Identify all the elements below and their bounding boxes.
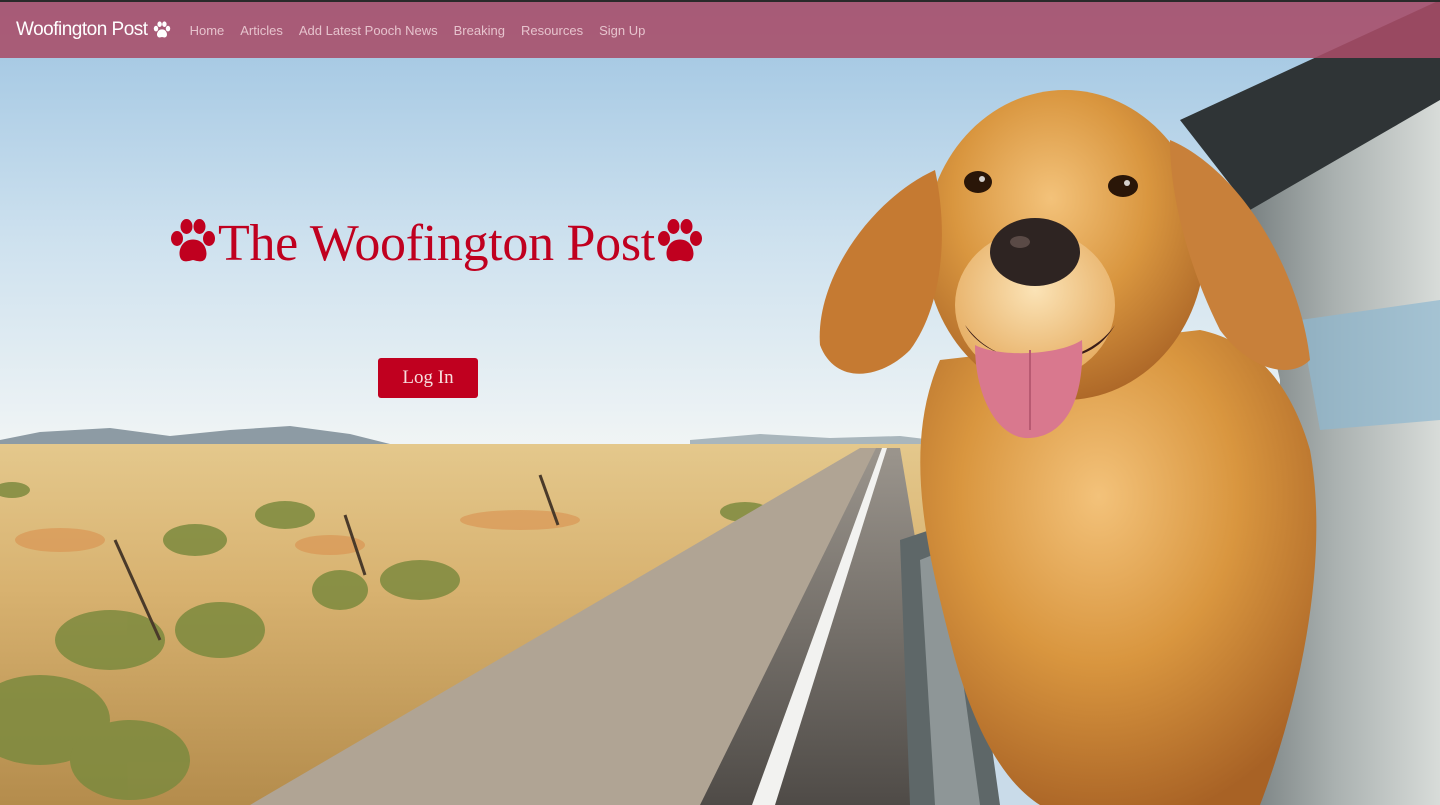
- nav-links: Home Articles Add Latest Pooch News Brea…: [182, 23, 654, 38]
- login-button[interactable]: Log In: [378, 358, 478, 398]
- nav-link-articles[interactable]: Articles: [232, 23, 291, 38]
- brand-name: Woofington Post: [16, 19, 148, 40]
- paw-icon: [168, 219, 218, 269]
- paw-icon: [152, 21, 172, 39]
- dog-in-car-scene: [0, 0, 1440, 805]
- paw-icon: [655, 219, 705, 269]
- nav-link-add-news[interactable]: Add Latest Pooch News: [291, 23, 446, 38]
- hero-background-image: [0, 0, 1440, 805]
- nav-link-resources[interactable]: Resources: [513, 23, 591, 38]
- nav-link-breaking[interactable]: Breaking: [446, 23, 513, 38]
- brand-link[interactable]: Woofington Post: [16, 19, 172, 41]
- nav-link-home[interactable]: Home: [182, 23, 233, 38]
- nav-link-sign-up[interactable]: Sign Up: [591, 23, 653, 38]
- page-title-text: The Woofington Post: [218, 215, 655, 272]
- page-title: The Woofington Post: [168, 214, 705, 274]
- top-navbar: Woofington Post Home Articles Add Latest…: [0, 0, 1440, 58]
